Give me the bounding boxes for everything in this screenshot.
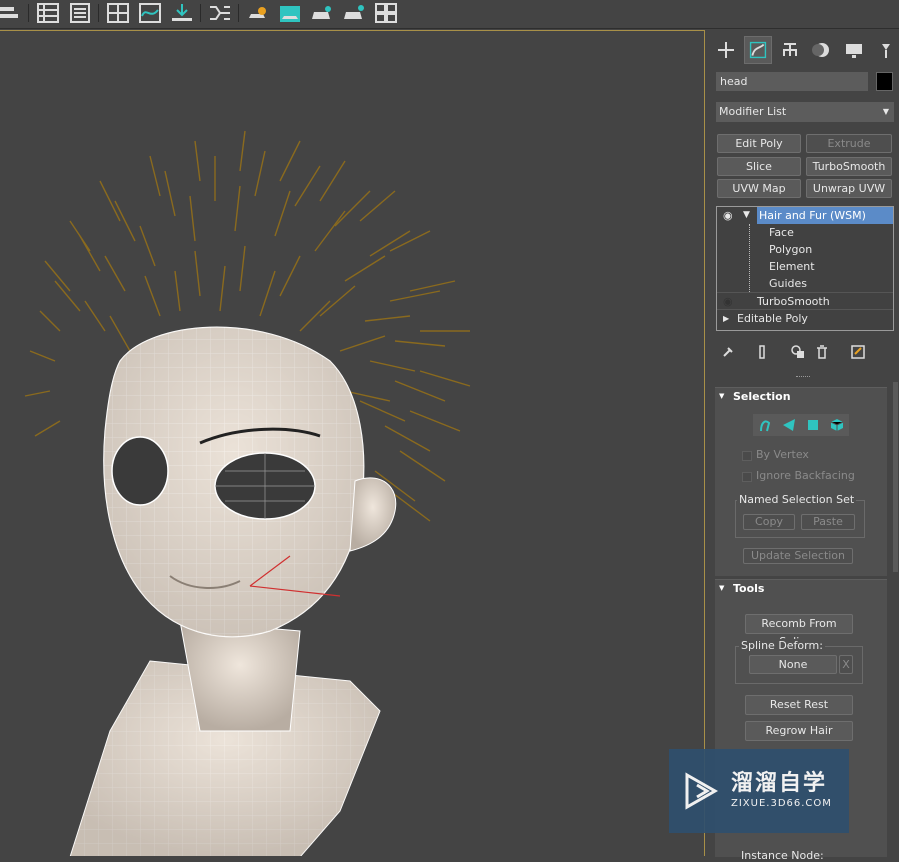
stack-sub-label: Guides bbox=[769, 277, 808, 290]
element-select-icon[interactable] bbox=[829, 417, 845, 433]
regrow-hair-button[interactable]: Regrow Hair bbox=[745, 721, 853, 741]
selection-rollout-title[interactable]: Selection bbox=[733, 390, 791, 403]
stack-sub-polygon[interactable]: Polygon bbox=[717, 241, 893, 258]
perspective-viewport[interactable] bbox=[0, 30, 705, 856]
main-toolbar bbox=[0, 0, 899, 29]
watermark-logo-icon bbox=[685, 772, 719, 810]
stack-item-label: Editable Poly bbox=[737, 312, 808, 325]
face-select-icon[interactable] bbox=[781, 417, 797, 433]
ignore-backfacing-label: Ignore Backfacing bbox=[756, 469, 855, 482]
expand-right-icon[interactable]: ▶ bbox=[723, 310, 729, 327]
show-end-icon[interactable] bbox=[754, 344, 770, 360]
teapot-render-icon[interactable] bbox=[342, 2, 366, 24]
modifier-list-dropdown[interactable]: Modifier List ▼ bbox=[716, 102, 894, 122]
object-color-swatch[interactable] bbox=[876, 72, 893, 91]
align-icon[interactable] bbox=[0, 2, 24, 24]
render-setup-icon[interactable] bbox=[246, 2, 270, 24]
toolbar-separator bbox=[98, 4, 99, 22]
teapot-icon[interactable] bbox=[310, 2, 334, 24]
motion-tab-icon[interactable] bbox=[808, 36, 836, 64]
watermark: 溜溜自学 ZIXUE.3D66.COM bbox=[669, 749, 849, 833]
selection-rollout: ▼ Selection By Vertex Ignore Backfacing … bbox=[715, 387, 887, 576]
panel-scrollbar[interactable] bbox=[893, 382, 898, 572]
slice-button[interactable]: Slice bbox=[717, 157, 801, 176]
stack-item-label: Hair and Fur (WSM) bbox=[757, 207, 893, 224]
stack-sub-label: Element bbox=[769, 260, 815, 273]
expand-down-icon[interactable]: ▼ bbox=[743, 207, 750, 224]
toolbar-separator bbox=[238, 4, 239, 22]
collapse-icon[interactable]: ▼ bbox=[719, 392, 724, 400]
stack-sub-label: Face bbox=[769, 226, 794, 239]
toolbar-separator bbox=[28, 4, 29, 22]
eye-off-icon[interactable]: ◉ bbox=[723, 293, 733, 310]
pin-icon[interactable] bbox=[720, 344, 736, 360]
material-editor-icon[interactable] bbox=[278, 2, 302, 24]
edit-poly-button[interactable]: Edit Poly bbox=[717, 134, 801, 153]
neck-mesh bbox=[179, 620, 301, 732]
paste-button[interactable]: Paste bbox=[801, 514, 855, 530]
modifier-list-label: Modifier List bbox=[719, 105, 787, 118]
stack-sub-element[interactable]: Element bbox=[717, 258, 893, 275]
modifier-stack: ◉ ▼ Hair and Fur (WSM) Face Polygon Elem… bbox=[716, 206, 894, 331]
ear-mesh bbox=[349, 477, 397, 552]
utilities-tab-icon[interactable] bbox=[872, 36, 899, 64]
ignore-backfacing-checkbox[interactable] bbox=[742, 472, 752, 482]
stack-item-label: TurboSmooth bbox=[757, 295, 830, 308]
hierarchy-tab-icon[interactable] bbox=[776, 36, 804, 64]
configure-icon[interactable] bbox=[850, 344, 866, 360]
command-panel: head Modifier List ▼ Edit Poly Extrude S… bbox=[708, 30, 899, 862]
watermark-url: ZIXUE.3D66.COM bbox=[731, 798, 832, 809]
toolbar-separator bbox=[200, 4, 201, 22]
uvw-map-button[interactable]: UVW Map bbox=[717, 179, 801, 198]
curve-editor-icon[interactable] bbox=[138, 2, 162, 24]
tools-rollout-title[interactable]: Tools bbox=[733, 582, 764, 595]
panel-splitter[interactable] bbox=[796, 376, 810, 380]
spline-clear-button[interactable]: X bbox=[839, 655, 853, 674]
eye-icon[interactable]: ◉ bbox=[723, 207, 733, 224]
update-selection-button[interactable]: Update Selection bbox=[743, 548, 853, 564]
unwrap-uvw-button[interactable]: Unwrap UVW bbox=[806, 179, 892, 198]
stack-sub-face[interactable]: Face bbox=[717, 224, 893, 241]
stack-item-editable-poly[interactable]: ▶ Editable Poly bbox=[717, 309, 893, 327]
copy-button[interactable]: Copy bbox=[743, 514, 795, 530]
stack-item-turbosmooth[interactable]: ◉ TurboSmooth bbox=[717, 292, 893, 310]
schematic-icon[interactable] bbox=[106, 2, 130, 24]
recomb-from-splines-button[interactable]: Recomb From Splines bbox=[745, 614, 853, 648]
list-icon[interactable] bbox=[36, 2, 60, 24]
spline-none-button[interactable]: None bbox=[749, 655, 837, 674]
collapse-icon[interactable]: ▼ bbox=[719, 584, 724, 592]
track-view-icon[interactable] bbox=[208, 2, 232, 24]
by-vertex-checkbox[interactable] bbox=[742, 451, 752, 461]
stack-item-hair-and-fur[interactable]: ◉ ▼ Hair and Fur (WSM) bbox=[717, 207, 893, 224]
by-vertex-label: By Vertex bbox=[756, 448, 809, 461]
layers-icon[interactable] bbox=[68, 2, 92, 24]
modify-tab-icon[interactable] bbox=[744, 36, 772, 64]
head-model bbox=[24, 130, 471, 856]
object-name-field[interactable]: head bbox=[716, 72, 868, 91]
dope-sheet-icon[interactable] bbox=[170, 2, 194, 24]
make-unique-icon[interactable] bbox=[790, 344, 806, 360]
eye-left bbox=[111, 436, 169, 506]
chevron-down-icon: ▼ bbox=[882, 107, 889, 116]
reset-rest-button[interactable]: Reset Rest bbox=[745, 695, 853, 715]
watermark-text: 溜溜自学 bbox=[731, 771, 828, 796]
stack-sub-guides[interactable]: Guides bbox=[717, 275, 893, 292]
create-tab-icon[interactable] bbox=[712, 36, 740, 64]
stack-tools-row bbox=[716, 340, 894, 364]
stack-sub-label: Polygon bbox=[769, 243, 813, 256]
display-tab-icon[interactable] bbox=[840, 36, 868, 64]
subobject-bar bbox=[753, 414, 849, 436]
strand-select-icon[interactable] bbox=[757, 417, 773, 433]
command-panel-tabs bbox=[712, 36, 898, 66]
grid-icon[interactable] bbox=[374, 2, 398, 24]
polygon-select-icon[interactable] bbox=[805, 417, 821, 433]
extrude-button[interactable]: Extrude bbox=[806, 134, 892, 153]
turbosmooth-button[interactable]: TurboSmooth bbox=[806, 157, 892, 176]
spline-deform-label: Spline Deform: bbox=[739, 639, 825, 652]
remove-modifier-icon[interactable] bbox=[814, 344, 830, 360]
named-selection-label: Named Selection Set bbox=[737, 493, 857, 506]
